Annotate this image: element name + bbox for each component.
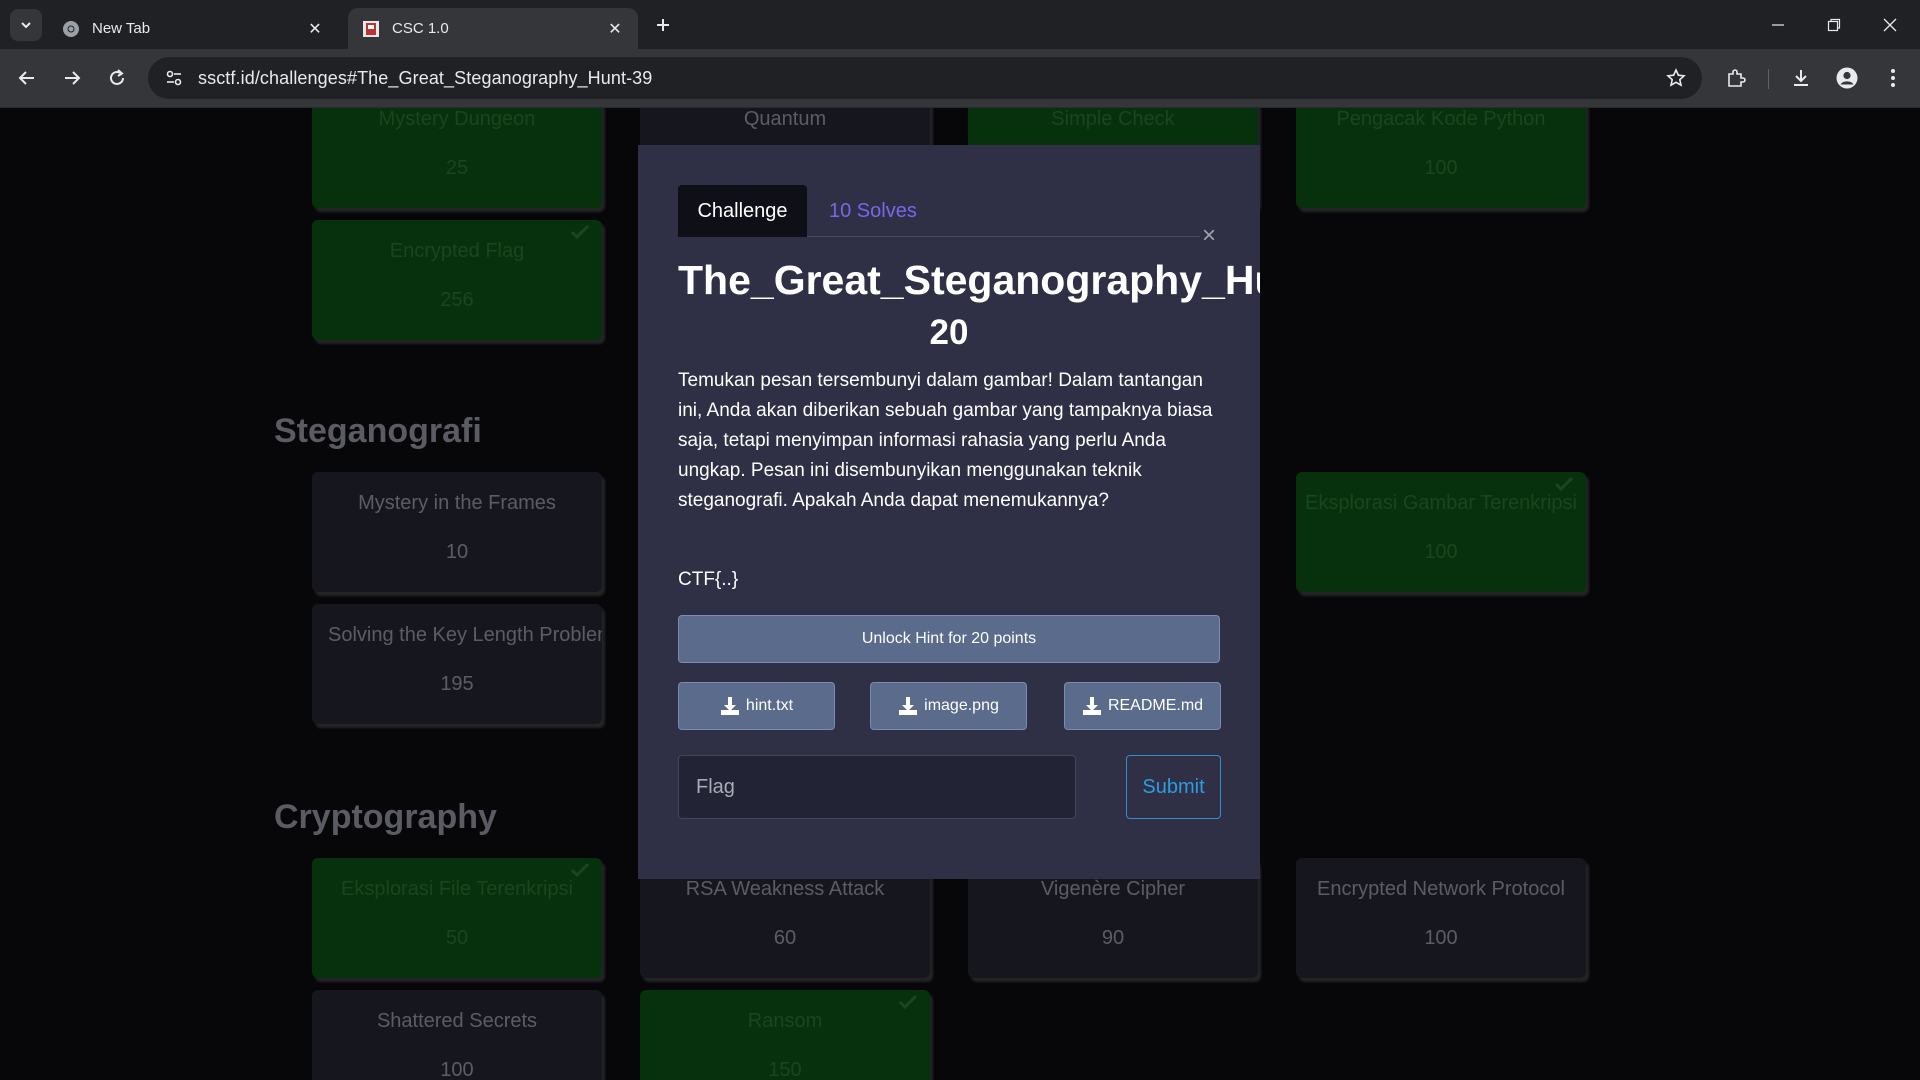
plus-icon	[657, 19, 669, 31]
site-favicon-icon	[362, 20, 380, 38]
close-icon	[1883, 18, 1897, 31]
site-info-icon[interactable]	[156, 60, 192, 96]
download-image-png-button[interactable]: image.png	[870, 682, 1027, 730]
close-modal-button[interactable]: ×	[1197, 222, 1221, 249]
submit-button[interactable]: Submit	[1126, 755, 1221, 819]
menu-button[interactable]	[1877, 62, 1909, 94]
challenges-page: Mystery Dungeon 25 Quantum Simple Check …	[0, 108, 1920, 1080]
flag-input[interactable]	[678, 755, 1076, 819]
browser-tabbar: New Tab ✕ CSC 1.0 ✕	[0, 0, 1920, 49]
chevron-down-icon	[21, 22, 31, 29]
download-icon	[720, 697, 739, 715]
download-icon	[1794, 70, 1808, 86]
download-icon	[1082, 697, 1101, 715]
file-name: README.md	[1107, 697, 1204, 714]
close-tab-icon[interactable]: ✕	[604, 18, 626, 40]
minimize-button[interactable]	[1750, 0, 1806, 49]
file-name: hint.txt	[745, 697, 794, 714]
reload-button[interactable]	[100, 61, 134, 95]
restore-icon	[1827, 18, 1841, 31]
puzzle-icon	[1728, 69, 1746, 87]
arrow-left-icon	[18, 71, 34, 85]
flag-format: CTF{..}	[678, 569, 739, 590]
extensions-button[interactable]	[1720, 62, 1752, 94]
browser-toolbar: ssctf.id/challenges#The_Great_Steganogra…	[0, 49, 1920, 108]
reload-icon	[110, 69, 124, 85]
url-text: ssctf.id/challenges#The_Great_Steganogra…	[198, 67, 653, 88]
tab-csc[interactable]: CSC 1.0 ✕	[348, 8, 638, 49]
restore-button[interactable]	[1806, 0, 1862, 49]
chrome-icon	[62, 20, 80, 38]
download-icon	[899, 697, 918, 715]
back-button[interactable]	[10, 61, 44, 95]
avatar-icon	[1836, 67, 1858, 89]
profile-button[interactable]	[1831, 62, 1863, 94]
modal-tabs: Challenge 10 Solves	[678, 185, 1200, 237]
tab-solves[interactable]: 10 Solves	[829, 185, 917, 237]
tab-challenge[interactable]: Challenge	[678, 185, 807, 237]
challenge-points-value: 20	[929, 313, 969, 352]
minimize-icon	[1772, 23, 1784, 26]
address-bar[interactable]: ssctf.id/challenges#The_Great_Steganogra…	[148, 57, 1702, 99]
file-name: image.png	[924, 697, 999, 714]
challenge-description: Temukan pesan tersembunyi dalam gambar! …	[678, 370, 1213, 511]
more-vert-icon	[1891, 69, 1895, 87]
arrow-right-icon	[65, 71, 81, 85]
download-readme-md-button[interactable]: README.md	[1064, 682, 1221, 730]
new-tab-button[interactable]	[648, 10, 678, 40]
challenge-modal: Challenge 10 Solves × The_Great_Steganog…	[638, 145, 1260, 879]
bookmark-star-icon[interactable]	[1664, 66, 1688, 90]
toolbar-divider	[1768, 69, 1769, 89]
close-tab-icon[interactable]: ✕	[304, 18, 326, 40]
tab-title: New Tab	[92, 20, 151, 37]
challenge-title: The_Great_Steganography_Hunt	[678, 257, 1260, 303]
tab-new-tab[interactable]: New Tab ✕	[48, 8, 338, 49]
download-hint-txt-button[interactable]: hint.txt	[678, 682, 835, 730]
close-window-button[interactable]	[1862, 0, 1918, 49]
tab-title: CSC 1.0	[392, 20, 449, 37]
forward-button[interactable]	[55, 61, 89, 95]
tab-search-button[interactable]	[10, 9, 42, 41]
unlock-hint-button[interactable]: Unlock Hint for 20 points	[678, 615, 1220, 663]
downloads-button[interactable]	[1785, 62, 1817, 94]
